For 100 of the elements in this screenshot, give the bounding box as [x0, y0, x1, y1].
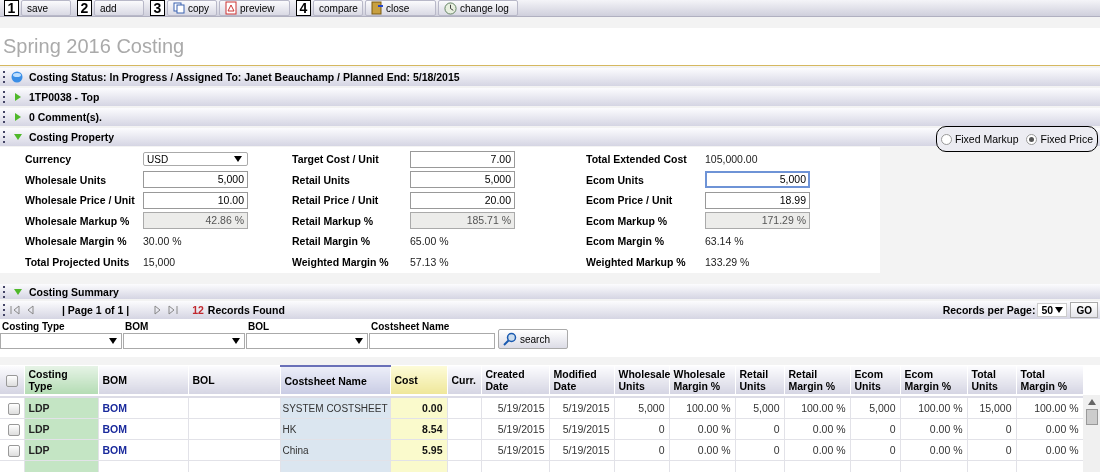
filter-label: BOL	[247, 321, 271, 333]
field-label: Target Cost / Unit	[292, 153, 380, 166]
panel-header[interactable]: Costing Status: In Progress / Assigned To: Janet Beauchamp / Planned End: 5/18/2015	[0, 68, 1100, 86]
records-per-page-dropdown[interactable]: 50	[1037, 303, 1068, 317]
field-value: 65.00 %	[410, 235, 449, 248]
field-label: Retail Margin %	[292, 235, 372, 248]
caret-icon	[355, 338, 363, 344]
table-cell: 100.00 %	[669, 397, 735, 419]
select-all-checkbox[interactable]	[6, 374, 18, 387]
row-checkbox[interactable]	[7, 423, 20, 436]
currency-dropdown[interactable]: USD	[143, 152, 248, 167]
column-header[interactable]: Curr.	[447, 366, 481, 394]
table-cell: 0	[967, 418, 1016, 440]
records-per-page-label: Records per Page:	[942, 304, 1036, 316]
search-button[interactable]: search	[498, 329, 568, 349]
table-cell: 0	[614, 418, 669, 440]
toolbar-button[interactable]: copy	[167, 0, 217, 16]
first-page-icon[interactable]	[10, 305, 20, 315]
table-cell: 0	[735, 439, 784, 461]
bom-link[interactable]: BOM	[102, 423, 127, 435]
filter-dropdown[interactable]	[0, 333, 122, 349]
field-label: Ecom Markup %	[586, 214, 669, 227]
table-cell: 5/19/2015	[481, 418, 549, 440]
table-cell: 0	[850, 439, 900, 461]
bom-link[interactable]: BOM	[102, 444, 127, 456]
table-cell	[447, 439, 481, 461]
filter-label: Costing Type	[1, 321, 66, 333]
field-label: Retail Markup %	[292, 214, 375, 227]
toolbar-button[interactable]: save	[21, 0, 71, 16]
column-header[interactable]: Costing Type	[24, 366, 98, 394]
table-cell: 5,000	[735, 397, 784, 419]
column-header[interactable]: Retail Units	[735, 366, 784, 394]
readonly-field: 171.29 %	[705, 212, 810, 230]
panel-title: 1TP0038 - Top	[29, 91, 100, 103]
input-field[interactable]: 18.99	[705, 191, 810, 209]
toolbar-button[interactable]: close	[365, 0, 436, 16]
records-found-label: Records Found	[207, 304, 285, 316]
input-field[interactable]: 10.00	[143, 191, 248, 209]
column-header[interactable]: Costsheet Name	[280, 366, 390, 394]
toolbar-button[interactable]: compare	[313, 0, 363, 16]
radio-label[interactable]: Fixed Markup	[954, 133, 1019, 145]
radio-button[interactable]	[1026, 133, 1038, 145]
input-field[interactable]: 20.00	[410, 191, 515, 209]
previous-page-icon[interactable]	[25, 305, 35, 315]
field-label: Wholesale Price / Unit	[25, 194, 136, 207]
filter-input-field[interactable]	[369, 333, 495, 349]
panel-header[interactable]: 1TP0038 - Top	[0, 88, 1100, 106]
input-field[interactable]: 7.00	[410, 150, 515, 168]
filter-dropdown[interactable]	[246, 333, 368, 349]
panel-header[interactable]: 0 Comment(s).	[0, 108, 1100, 126]
field-label: Wholesale Markup %	[25, 214, 131, 227]
field-label: Ecom Units	[586, 173, 645, 186]
bom-link[interactable]: BOM	[102, 402, 127, 414]
clock-icon	[444, 1, 457, 15]
field-label: Wholesale Margin %	[25, 235, 128, 248]
column-header[interactable]: Ecom Units	[850, 366, 900, 394]
table-cell: 15,000	[967, 397, 1016, 419]
field-label: Total Extended Cost	[586, 153, 688, 166]
toolbar-button[interactable]: change log	[438, 0, 518, 16]
caret-icon	[109, 338, 117, 344]
column-header[interactable]: Modified Date	[549, 366, 614, 394]
radio-button[interactable]	[940, 133, 952, 145]
page-indicator: | Page 1 of 1 |	[62, 304, 130, 316]
column-header[interactable]: Ecom Margin %	[900, 366, 967, 394]
table-cell: 0	[967, 439, 1016, 461]
go-button[interactable]: GO	[1070, 302, 1098, 318]
caret-icon	[1055, 307, 1064, 313]
filter-dropdown[interactable]	[123, 333, 245, 349]
row-checkbox[interactable]	[7, 444, 20, 457]
column-header[interactable]: Created Date	[481, 366, 549, 394]
table-cell: 5/19/2015	[549, 418, 614, 440]
table-cell: 0.00 %	[669, 418, 735, 440]
field-value: 63.14 %	[705, 235, 744, 248]
column-header[interactable]: Cost	[390, 366, 447, 394]
input-field[interactable]: 5,000	[143, 171, 248, 189]
scrollbar[interactable]	[1083, 395, 1100, 472]
table-cell: 100.00 %	[784, 397, 850, 419]
input-field[interactable]: 5,000	[705, 171, 810, 189]
column-header[interactable]: Wholesale Units	[614, 366, 669, 394]
table-cell: 0	[614, 439, 669, 461]
table-cell	[447, 418, 481, 440]
column-header[interactable]: BOL	[188, 366, 280, 394]
scroll-thumb[interactable]	[1085, 409, 1098, 425]
column-header[interactable]: Wholesale Margin %	[669, 366, 735, 394]
filter-label: BOM	[124, 321, 150, 333]
panel-header[interactable]: Costing Summary	[0, 284, 1100, 299]
toolbar-button[interactable]: add	[94, 0, 144, 16]
toolbar-button[interactable]: preview	[219, 0, 290, 16]
last-page-icon[interactable]	[168, 305, 179, 315]
column-header[interactable]: Total Margin %	[1016, 366, 1083, 394]
caret-icon	[232, 338, 240, 344]
column-header[interactable]: Retail Margin %	[784, 366, 850, 394]
column-header[interactable]: BOM	[98, 366, 188, 394]
radio-label[interactable]: Fixed Price	[1040, 133, 1093, 145]
table-cell: 0.00 %	[900, 439, 967, 461]
field-label: Wholesale Units	[25, 173, 108, 186]
row-checkbox[interactable]	[7, 402, 20, 415]
column-header[interactable]: Total Units	[967, 366, 1016, 394]
scroll-up-icon[interactable]	[1087, 399, 1096, 405]
input-field[interactable]: 5,000	[410, 171, 515, 189]
